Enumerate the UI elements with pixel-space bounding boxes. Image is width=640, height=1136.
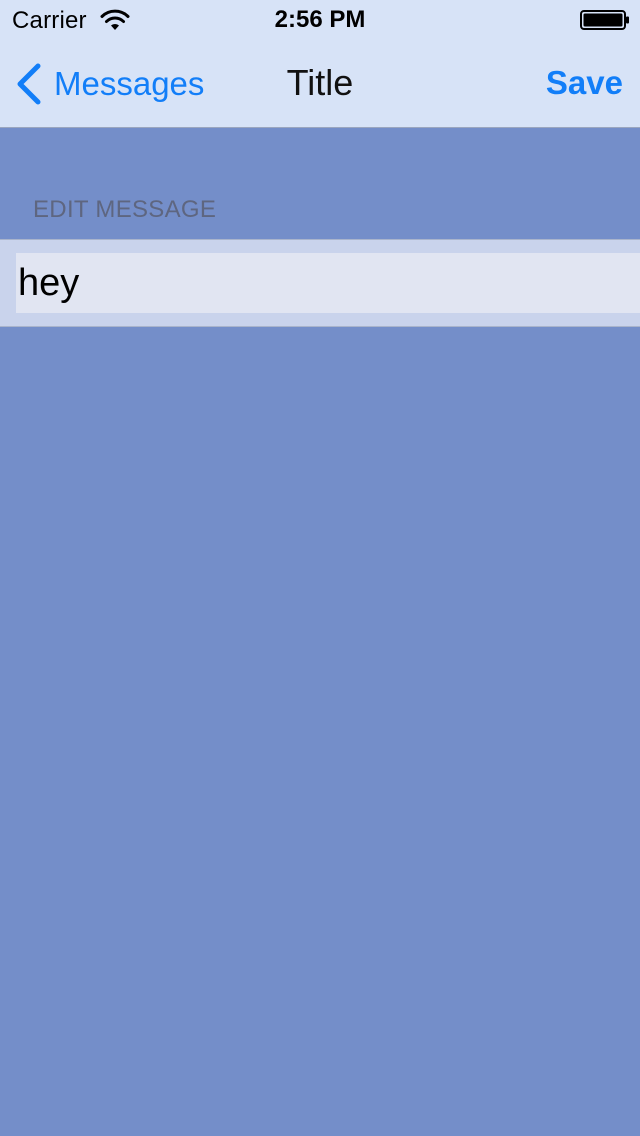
header: Carrier 2:56 PM Messages Title Save [0,0,640,128]
battery-icon [580,10,629,30]
message-input[interactable] [16,253,640,313]
section-header: EDIT MESSAGE [33,196,217,223]
page-title: Title [286,62,354,103]
navigation-bar: Messages Title Save [0,40,640,128]
message-cell [0,239,640,327]
save-button[interactable]: Save [546,64,623,102]
status-time: 2:56 PM [274,6,366,33]
status-bar: Carrier 2:56 PM [0,0,640,40]
